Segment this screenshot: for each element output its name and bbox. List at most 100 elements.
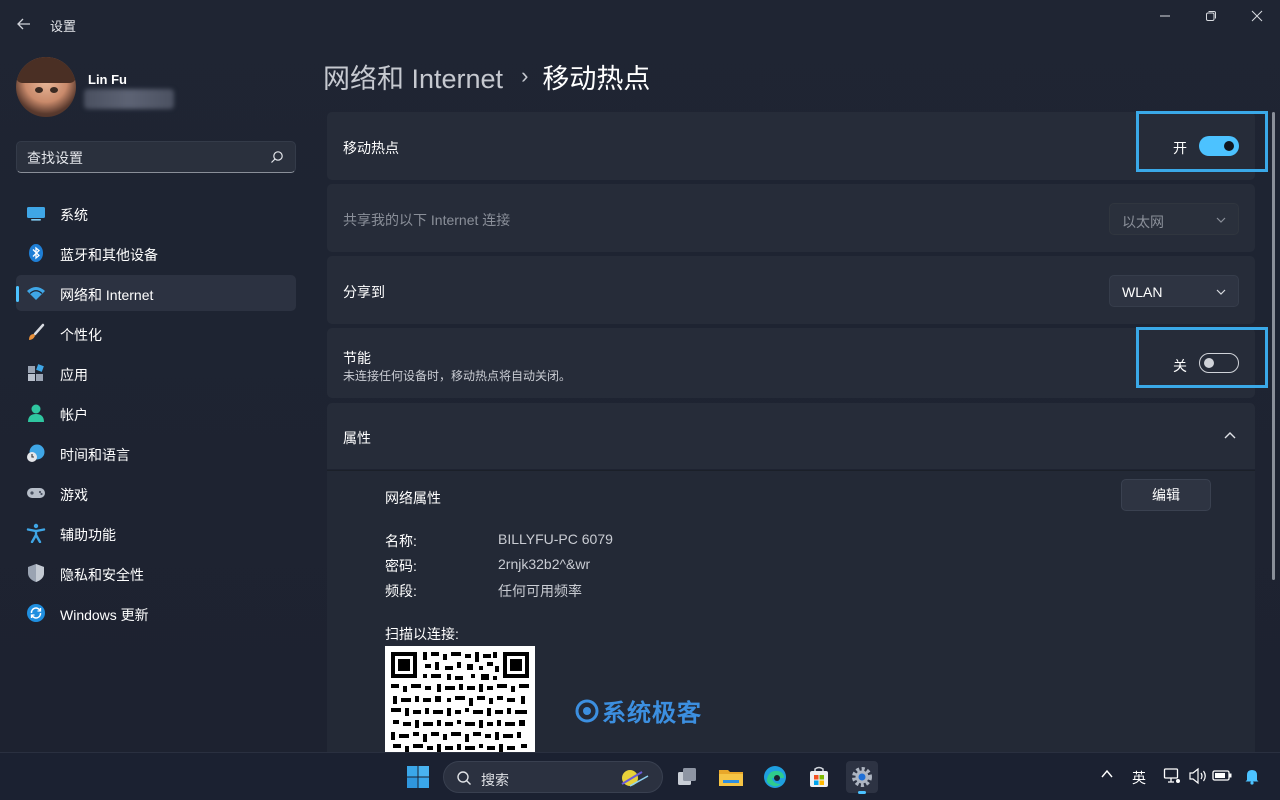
sidebar-item-network[interactable]: 网络和 Internet bbox=[16, 275, 296, 311]
edge-icon bbox=[764, 766, 786, 788]
notification-bell-icon bbox=[1245, 770, 1259, 785]
sidebar-item-privacy[interactable]: 隐私和安全性 bbox=[16, 555, 296, 591]
share-from-label: 共享我的以下 Internet 连接 bbox=[343, 212, 511, 228]
notifications-button[interactable] bbox=[1243, 767, 1261, 785]
settings-taskbar-button[interactable] bbox=[846, 761, 878, 794]
account-icon bbox=[26, 403, 46, 423]
watermark-text: 系统极客 bbox=[602, 700, 702, 727]
close-button[interactable] bbox=[1234, 0, 1280, 32]
battery-tray-button[interactable] bbox=[1211, 767, 1233, 783]
task-view-button[interactable] bbox=[671, 761, 703, 793]
settings-window: 设置 Lin Fu 系统 bbox=[0, 0, 1280, 752]
breadcrumb-parent[interactable]: 网络和 Internet bbox=[323, 57, 503, 96]
gamepad-icon bbox=[26, 483, 46, 503]
back-arrow-icon bbox=[17, 18, 30, 30]
edit-button[interactable]: 编辑 bbox=[1121, 479, 1211, 511]
chevron-up-icon[interactable] bbox=[1223, 430, 1237, 440]
sidebar-item-label: Windows 更新 bbox=[60, 607, 149, 623]
sidebar-item-label: 蓝牙和其他设备 bbox=[60, 247, 158, 263]
network-monitor-icon bbox=[1163, 768, 1180, 783]
sidebar-item-label: 应用 bbox=[60, 367, 88, 383]
battery-icon bbox=[1212, 770, 1232, 781]
power-saving-card: 节能 未连接任何设备时，移动热点将自动关闭。 bbox=[327, 328, 1255, 398]
chevron-down-icon bbox=[1216, 289, 1226, 295]
profile-email-blurred bbox=[84, 89, 174, 109]
title-bar: 设置 bbox=[0, 0, 1280, 48]
share-from-value: 以太网 bbox=[1122, 214, 1164, 230]
sidebar-item-accessibility[interactable]: 辅助功能 bbox=[16, 515, 296, 551]
system-display-icon bbox=[26, 203, 46, 223]
chevron-down-icon bbox=[1216, 217, 1226, 223]
taskbar-search-box[interactable]: 搜索 bbox=[443, 761, 663, 793]
properties-header[interactable]: 属性 bbox=[327, 403, 1255, 469]
input-language-indicator[interactable]: 英 bbox=[1132, 768, 1146, 788]
sidebar-item-system[interactable]: 系统 bbox=[16, 195, 296, 231]
sidebar-item-time-language[interactable]: 时间和语言 bbox=[16, 435, 296, 471]
sidebar-item-windows-update[interactable]: Windows 更新 bbox=[16, 595, 296, 631]
properties-label: 属性 bbox=[343, 430, 371, 446]
app-title: 设置 bbox=[50, 19, 77, 34]
search-icon bbox=[457, 771, 471, 785]
prop-name-value: BILLYFU-PC 6079 bbox=[498, 531, 613, 547]
active-indicator bbox=[16, 286, 19, 302]
power-saving-description: 未连接任何设备时，移动热点将自动关闭。 bbox=[343, 369, 572, 383]
sidebar-nav: 系统 蓝牙和其他设备 网络和 Internet 个性化 应用 帐户 时间和语言 … bbox=[16, 195, 296, 635]
page-title: 移动热点 bbox=[542, 63, 651, 94]
task-view-icon bbox=[678, 768, 696, 785]
windows-start-icon bbox=[407, 766, 429, 788]
store-button[interactable] bbox=[803, 761, 835, 793]
accessibility-icon bbox=[26, 523, 46, 543]
bluetooth-icon bbox=[26, 243, 46, 263]
highlight-box-hotspot bbox=[1136, 111, 1268, 172]
chevron-up-icon bbox=[1101, 769, 1113, 778]
hotspot-card: 移动热点 bbox=[327, 112, 1255, 180]
maximize-button[interactable] bbox=[1188, 0, 1234, 32]
settings-search-box[interactable] bbox=[16, 141, 296, 173]
taskbar: 搜索 英 bbox=[0, 752, 1280, 800]
windows-update-icon bbox=[26, 603, 46, 623]
search-icon bbox=[271, 151, 283, 163]
power-saving-label: 节能 bbox=[343, 350, 371, 366]
volume-icon bbox=[1189, 767, 1206, 785]
share-to-dropdown[interactable]: WLAN bbox=[1109, 275, 1239, 307]
wifi-icon bbox=[26, 283, 46, 303]
scrollbar[interactable] bbox=[1272, 112, 1275, 580]
file-explorer-icon bbox=[719, 770, 743, 786]
minimize-icon bbox=[1160, 15, 1170, 17]
maximize-icon bbox=[1206, 11, 1216, 21]
sidebar-item-label: 游戏 bbox=[60, 487, 88, 503]
sidebar-item-label: 帐户 bbox=[60, 407, 88, 423]
search-input[interactable] bbox=[27, 148, 267, 168]
breadcrumb-separator: › bbox=[521, 63, 529, 88]
apps-icon bbox=[26, 363, 46, 383]
network-properties-label: 网络属性 bbox=[385, 490, 441, 506]
sidebar-item-bluetooth[interactable]: 蓝牙和其他设备 bbox=[16, 235, 296, 271]
sidebar-item-apps[interactable]: 应用 bbox=[16, 355, 296, 391]
settings-icon bbox=[852, 767, 872, 787]
network-tray-button[interactable] bbox=[1163, 767, 1181, 785]
back-button[interactable] bbox=[10, 10, 38, 38]
globe-clock-icon bbox=[26, 443, 46, 463]
start-button[interactable] bbox=[402, 761, 434, 793]
sidebar-item-personalization[interactable]: 个性化 bbox=[16, 315, 296, 351]
sidebar-item-label: 辅助功能 bbox=[60, 527, 116, 543]
prop-band-value: 任何可用频率 bbox=[498, 583, 582, 599]
share-to-label: 分享到 bbox=[343, 284, 385, 300]
paintbrush-icon bbox=[26, 323, 46, 343]
edge-button[interactable] bbox=[759, 761, 791, 793]
sidebar-item-accounts[interactable]: 帐户 bbox=[16, 395, 296, 431]
store-icon bbox=[810, 766, 828, 787]
qr-code bbox=[385, 646, 535, 752]
sidebar-item-gaming[interactable]: 游戏 bbox=[16, 475, 296, 511]
prop-password-value: 2rnjk32b2^&wr bbox=[498, 556, 591, 572]
sidebar-item-label: 网络和 Internet bbox=[60, 287, 154, 303]
file-explorer-button[interactable] bbox=[715, 761, 747, 793]
show-hidden-icons-button[interactable] bbox=[1100, 767, 1114, 781]
volume-tray-button[interactable] bbox=[1188, 767, 1208, 785]
highlight-box-power-saving bbox=[1136, 327, 1268, 388]
minimize-button[interactable] bbox=[1142, 0, 1188, 32]
share-from-dropdown[interactable]: 以太网 bbox=[1109, 203, 1239, 235]
scan-to-connect-label: 扫描以连接: bbox=[385, 626, 459, 642]
profile-name: Lin Fu bbox=[88, 72, 127, 87]
avatar[interactable] bbox=[16, 57, 76, 117]
